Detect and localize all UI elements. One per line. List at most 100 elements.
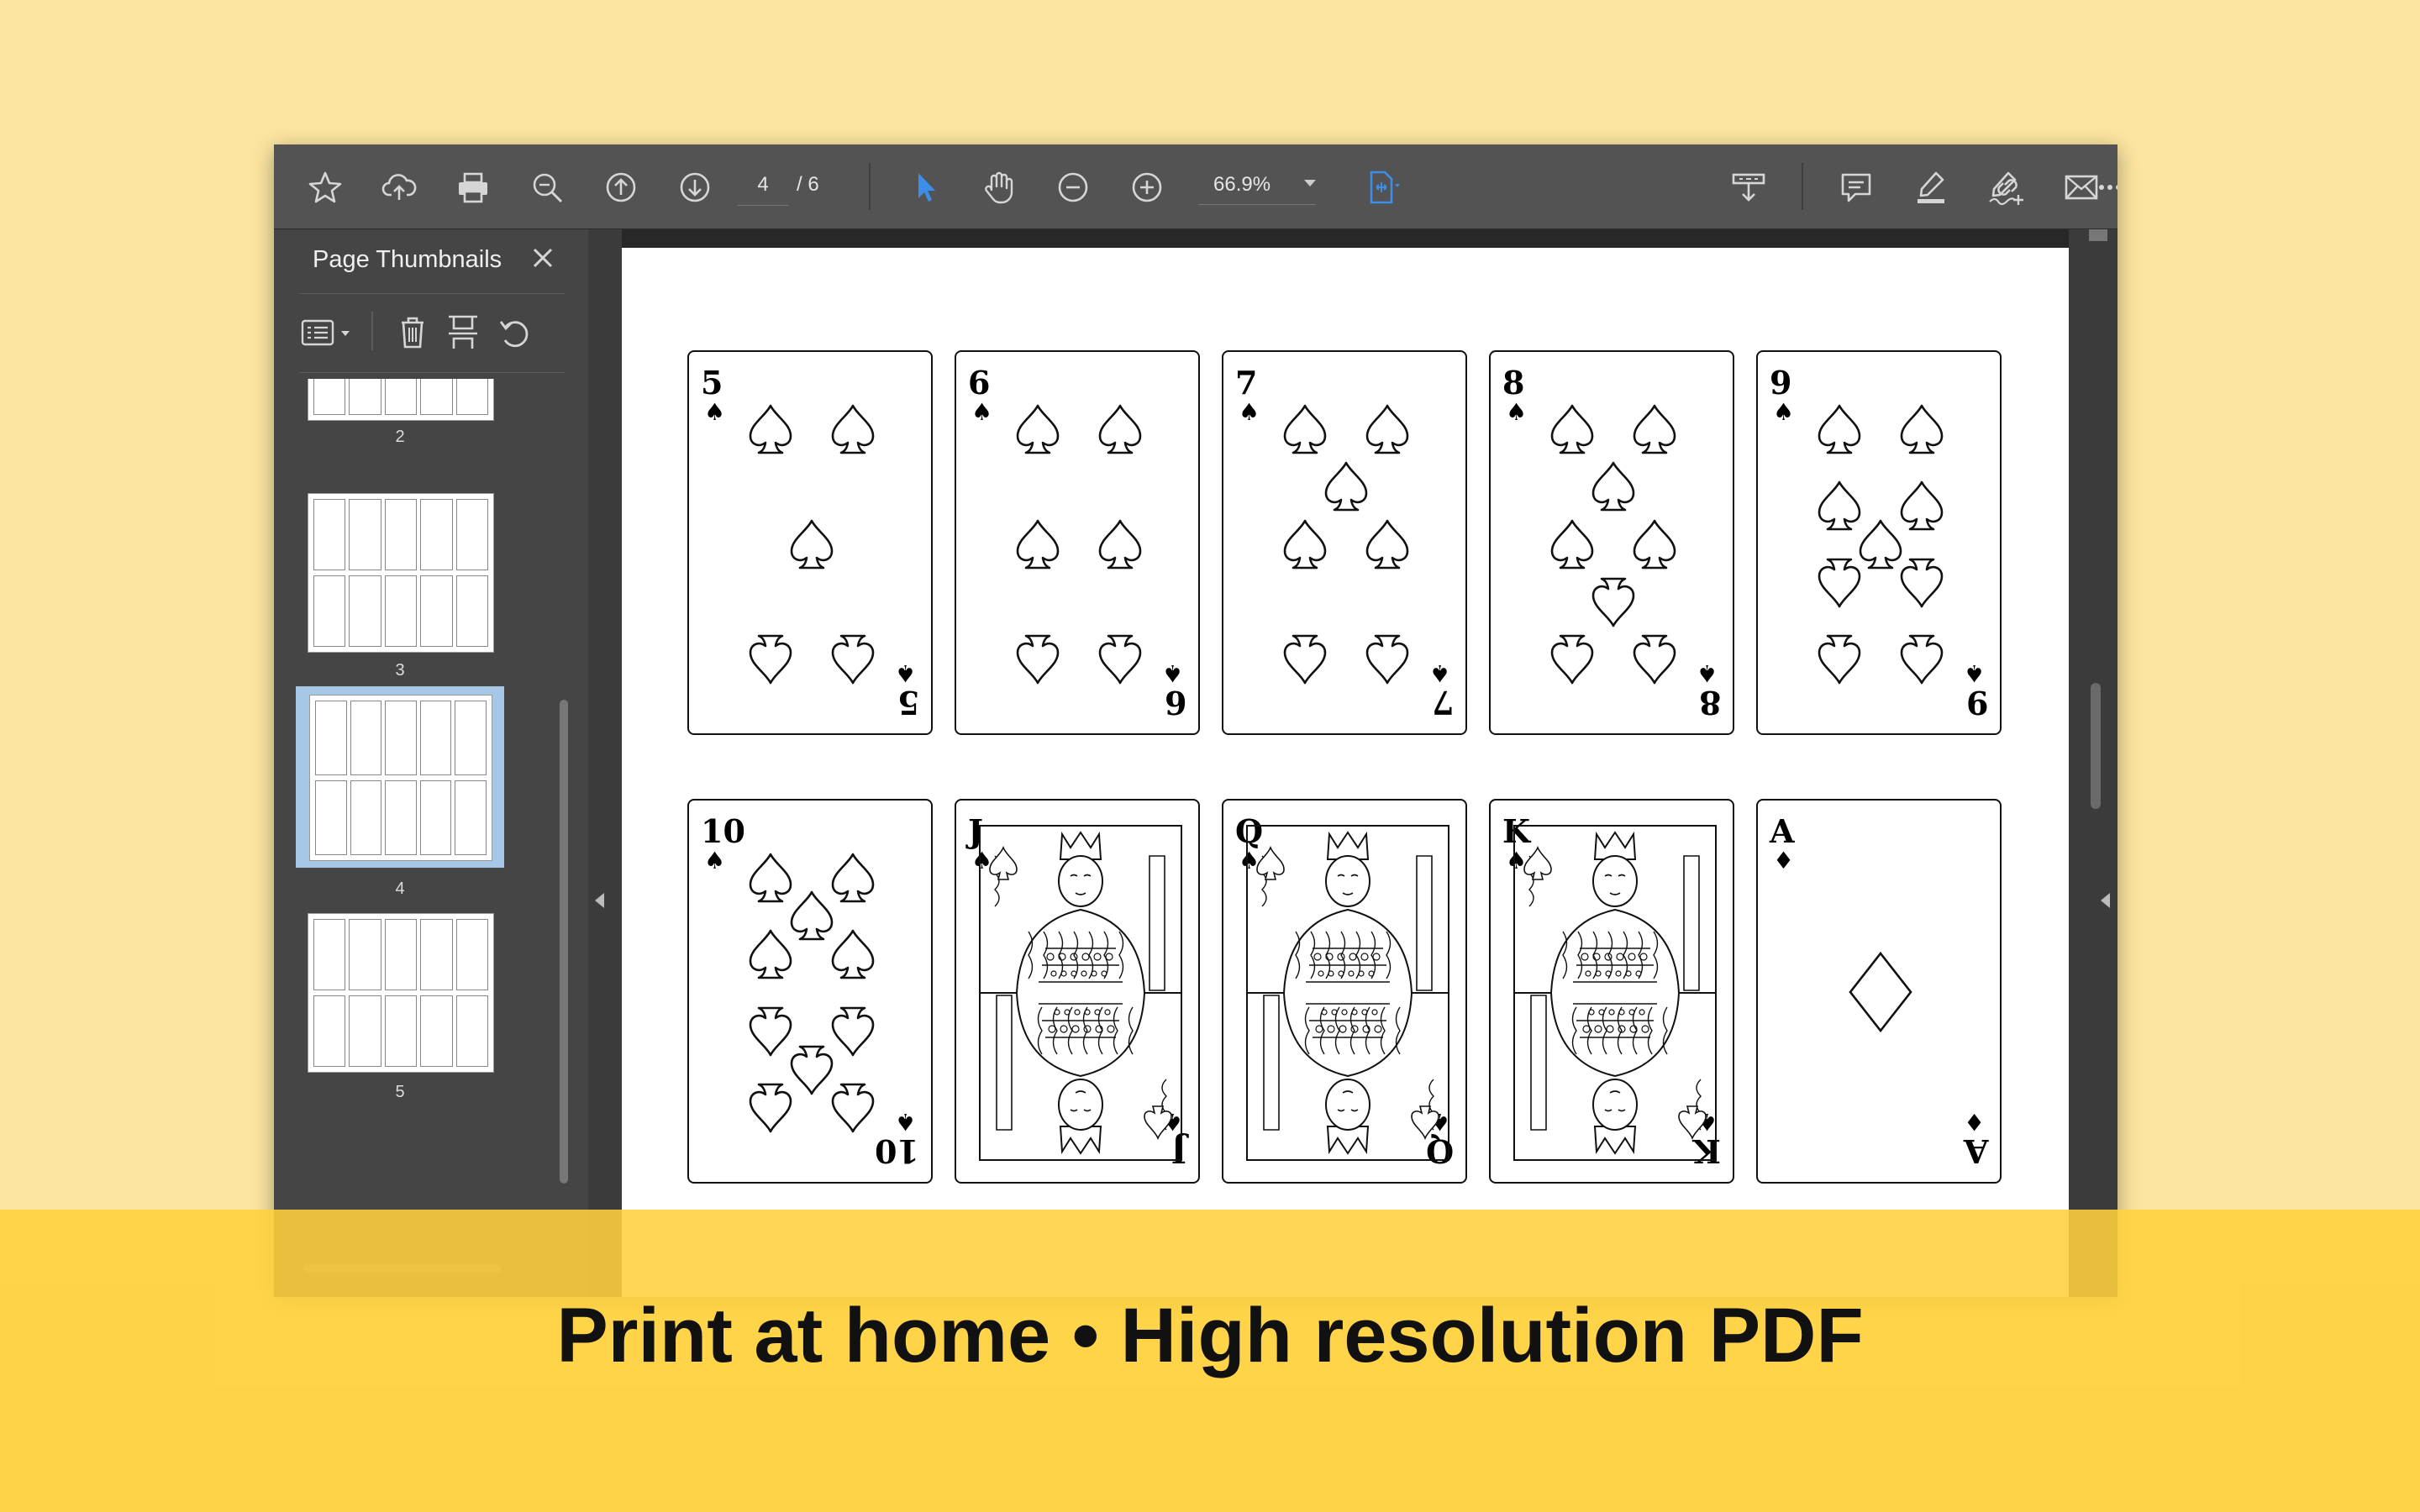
spade-pip-icon (1362, 517, 1413, 571)
thumbnail-page-3[interactable] (308, 493, 494, 653)
delete-icon[interactable] (392, 312, 434, 354)
thumbnail-mini-card (384, 379, 418, 415)
card-suit-index: ♠ (1773, 398, 1795, 426)
thumbnail-mini-card (420, 575, 453, 647)
document-area: 5 ♠ 5 ♠ 6 ♠ 6 ♠ 7 ♠ 7 ♠ 8 ♠ 8 ♠ 9 ♠ 9 ♠ 10 ♠ 10 ♠ J ♠ J ♠ Q ♠ Q ♠ K ♠ K ♠ A ♦… (618, 229, 2118, 1297)
panel-splitter[interactable] (588, 229, 613, 1297)
document-scrollbar[interactable] (2091, 683, 2101, 809)
thumbnail-tools (299, 308, 568, 359)
card-rank-index-bottom: 7 (1431, 684, 1454, 722)
playing-card-9: 9 ♠ 9 ♠ (1756, 350, 2002, 735)
card-rank-index-bottom: A (1963, 1132, 1988, 1170)
spade-pip-icon (1095, 402, 1145, 456)
extract-pages-icon[interactable] (442, 312, 484, 354)
card-suit-index-bottom: ♠ (1963, 659, 1985, 687)
zoom-search-icon[interactable] (526, 166, 568, 208)
spade-pip-icon (1897, 402, 1947, 456)
thumbnail-mini-card (350, 780, 382, 855)
zoom-in-icon[interactable] (1126, 166, 1168, 208)
hand-icon[interactable] (978, 166, 1020, 208)
playing-card-10: 10 ♠ 10 ♠ (687, 799, 933, 1184)
thumbnail-label: 3 (395, 661, 405, 680)
spade-pip-icon (1547, 402, 1597, 456)
card-rank-index: 8 (1502, 364, 1525, 402)
collapse-panel-icon[interactable] (595, 893, 604, 908)
thumbnail-mini-card (384, 499, 418, 570)
face-card-artwork (1237, 822, 1454, 1163)
thumbnail-mini-card (313, 919, 346, 990)
spade-pip-icon (745, 927, 796, 981)
thumbnail-mini-card (384, 919, 418, 990)
print-icon[interactable] (452, 166, 494, 208)
thumbnail-mini-card (385, 701, 417, 775)
playing-card-k: K ♠ K ♠ (1489, 799, 1734, 1184)
zoom-dropdown-caret[interactable] (1304, 180, 1316, 186)
thumbnail-page-2[interactable] (308, 379, 494, 421)
rotate-icon[interactable] (494, 312, 536, 354)
thumbnail-options-icon[interactable] (299, 313, 358, 352)
thumbnail-label: 2 (395, 428, 405, 446)
card-suit-index-bottom: ♠ (1161, 659, 1183, 687)
thumbnail-mini-card (455, 379, 488, 415)
spade-pip-icon (1362, 402, 1413, 456)
zoom-out-icon[interactable] (1052, 166, 1094, 208)
page-total: / 6 (797, 173, 819, 196)
spade-pip-icon (1095, 517, 1145, 571)
card-suit-index: ♠ (971, 398, 993, 426)
email-icon[interactable] (2060, 166, 2102, 208)
spade-pip-icon (828, 927, 878, 981)
spade-pip-icon (745, 633, 796, 686)
page-down-icon[interactable] (674, 166, 716, 208)
thumbnail-mini-card (384, 995, 418, 1067)
card-suit-index-bottom: ♠ (894, 659, 916, 687)
card-suit-index: ♠ (1506, 398, 1528, 426)
highlight-icon[interactable] (1909, 166, 1951, 208)
spade-pip-icon (1280, 633, 1330, 686)
spade-pip-icon (1629, 633, 1680, 686)
expand-right-panel-icon[interactable] (2101, 893, 2110, 908)
comment-icon[interactable] (1835, 166, 1877, 208)
toolbar-separator (869, 163, 871, 210)
page-number-input[interactable]: 4 (738, 165, 788, 206)
card-suit-index-bottom: ♠ (1428, 659, 1450, 687)
thumbnail-list: 2 3 4 5 (274, 379, 588, 1252)
thumbnail-mini-card (420, 379, 453, 415)
thumbnail-scrollbar[interactable] (560, 700, 568, 1184)
spade-pip-icon (1814, 402, 1865, 456)
thumbnail-mini-card (349, 499, 381, 570)
card-rank-index: A (1770, 812, 1795, 850)
card-rank-index-bottom: 10 (875, 1132, 919, 1170)
thumbnail-page-5[interactable] (308, 913, 494, 1073)
promo-caption: Print at home • High resolution PDF (556, 1293, 1864, 1378)
cloud-upload-icon[interactable] (378, 166, 420, 208)
thumbnail-mini-card (313, 379, 346, 415)
thumbnail-mini-card (455, 499, 488, 570)
zoom-level-select[interactable]: 66.9% (1198, 165, 1316, 205)
face-card-artwork (1504, 822, 1721, 1163)
spade-pip-icon (1547, 633, 1597, 686)
scroll-mode-icon[interactable] (1728, 166, 1770, 208)
thumbnail-mini-card (419, 780, 452, 855)
thumbnail-page-4[interactable] (309, 695, 492, 861)
spade-pip-icon (1321, 459, 1371, 513)
page-up-icon[interactable] (600, 166, 642, 208)
card-rank-index-bottom: 8 (1698, 684, 1721, 722)
spade-pip-icon (1897, 556, 1947, 610)
spade-pip-icon (1629, 402, 1680, 456)
fit-page-icon[interactable] (1361, 166, 1403, 208)
thumbnail-mini-card (455, 919, 488, 990)
face-card-artwork (970, 822, 1186, 1163)
spade-pip-icon (828, 402, 878, 456)
share-link-icon[interactable] (1986, 166, 2028, 208)
spade-pip-icon (1588, 459, 1639, 513)
card-suit-index-bottom: ♠ (1696, 659, 1718, 687)
thumbnail-mini-card (313, 499, 346, 570)
spade-pip-icon (1095, 633, 1145, 686)
close-panel-icon[interactable] (526, 241, 560, 275)
select-arrow-icon[interactable] (904, 166, 946, 208)
star-icon[interactable] (304, 166, 346, 208)
tools-separator (371, 312, 373, 350)
pdf-viewer-window: 4 / 6 66.9% Page Thumbnails 2 3 4 5 5 ♠ … (274, 144, 2118, 1297)
playing-card-8: 8 ♠ 8 ♠ (1489, 350, 1734, 735)
card-suit-index-bottom: ♠ (894, 1108, 916, 1136)
